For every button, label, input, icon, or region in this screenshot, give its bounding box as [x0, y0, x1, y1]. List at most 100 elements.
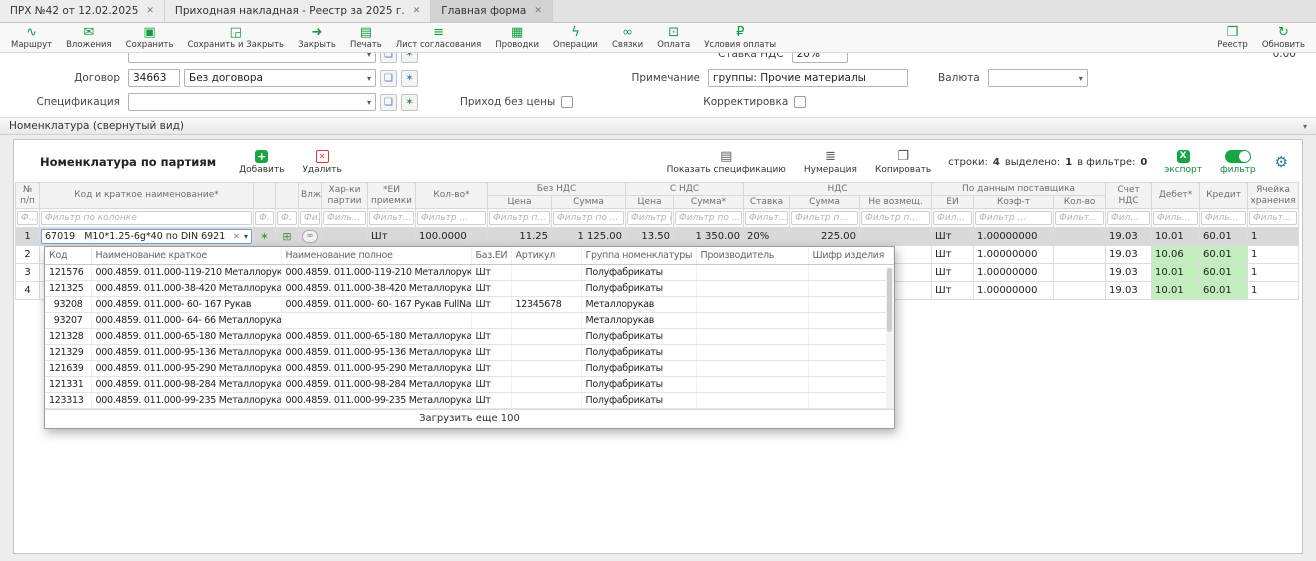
column-filter-input[interactable]: Фильт... [745, 211, 788, 225]
dropdown-row[interactable]: 121639 000.4859. 011.000-95-290 Металлор… [45, 361, 894, 377]
item-base-unit[interactable]: Шт [471, 281, 511, 297]
item-full-name[interactable] [281, 313, 471, 329]
item-full-name[interactable]: 000.4859. 011.000-65-180 Металлорукав ..… [281, 329, 471, 345]
dropdown-row[interactable]: 121331 000.4859. 011.000-98-284 Металлор… [45, 377, 894, 393]
open-specification-button[interactable]: ❏ [380, 94, 397, 111]
storage-cell[interactable]: 1 [1248, 282, 1299, 300]
supplier-qty-cell[interactable] [1054, 246, 1106, 264]
close-icon[interactable]: ✕ [146, 6, 154, 16]
item-base-unit[interactable]: Шт [471, 345, 511, 361]
item-group[interactable]: Полуфабрикаты [581, 345, 696, 361]
storage-cell[interactable]: 1 [1248, 228, 1299, 246]
item-cipher[interactable] [808, 329, 894, 345]
open-contract-button[interactable]: ❏ [380, 70, 397, 87]
item-code[interactable]: 121328 [45, 329, 91, 345]
item-manufacturer[interactable] [696, 393, 808, 409]
debit-cell[interactable]: 10.01 [1152, 264, 1200, 282]
item-full-name[interactable]: 000.4859. 011.000-95-136 Металлорукав [281, 345, 471, 361]
credit-cell[interactable]: 60.01 [1200, 246, 1248, 264]
supplier-qty-cell[interactable] [1054, 228, 1106, 246]
scrollbar-thumb[interactable] [887, 268, 892, 332]
column-filter-input[interactable]: Филь... [1201, 211, 1246, 225]
column-filter-input[interactable]: Фильтр п... [489, 211, 550, 225]
row-number[interactable]: 4 [16, 282, 40, 300]
delete-row-button[interactable]: ✕ Удалить [293, 150, 350, 175]
show-specification-button[interactable]: ▤ Показать спецификацию [658, 150, 795, 175]
coefficient-cell[interactable]: 1.00000000 [974, 264, 1054, 282]
item-code[interactable]: 121576 [45, 265, 91, 281]
item-code[interactable]: 93207 [45, 313, 91, 329]
contract-code-input[interactable] [128, 69, 180, 87]
item-group[interactable]: Полуфабрикаты [581, 265, 696, 281]
item-group[interactable]: Полуфабрикаты [581, 393, 696, 409]
item-full-name[interactable]: 000.4859. 011.000-119-210 Металлорукав [281, 265, 471, 281]
supplier-qty-cell[interactable] [1054, 264, 1106, 282]
item-code[interactable]: 121329 [45, 345, 91, 361]
unit-cell[interactable]: Шт [368, 228, 416, 246]
item-code[interactable]: 121325 [45, 281, 91, 297]
dropdown-row[interactable]: 121329 000.4859. 011.000-95-136 Металлор… [45, 345, 894, 361]
item-group[interactable]: Полуфабрикаты [581, 377, 696, 393]
column-filter-input[interactable]: Фильтр по ... [675, 211, 742, 225]
row-number[interactable]: 1 [16, 228, 40, 246]
column-filter-input[interactable]: Фильт... [369, 211, 414, 225]
price-net-cell[interactable]: 11.25 [488, 228, 552, 246]
row-number[interactable]: 3 [16, 264, 40, 282]
column-filter-input[interactable]: Филь... [1153, 211, 1198, 225]
item-base-unit[interactable] [471, 313, 511, 329]
item-article[interactable] [511, 377, 581, 393]
vat-sum-cell[interactable]: 225.00 [790, 228, 860, 246]
coefficient-cell[interactable]: 1.00000000 [974, 282, 1054, 300]
item-article[interactable] [511, 281, 581, 297]
item-cipher[interactable] [808, 361, 894, 377]
item-manufacturer[interactable] [696, 313, 808, 329]
item-manufacturer[interactable] [696, 377, 808, 393]
column-filter-input[interactable]: Фильтр ... [975, 211, 1052, 225]
column-filter-input[interactable]: Филь... [323, 211, 366, 225]
item-article[interactable]: 12345678 [511, 297, 581, 313]
attachments-button[interactable]: ✉ Вложения [59, 24, 119, 51]
supplier-qty-cell[interactable] [1054, 282, 1106, 300]
credit-cell[interactable]: 60.01 [1200, 228, 1248, 246]
column-filter-input[interactable]: Ф... [17, 211, 38, 225]
refresh-button[interactable]: ↻ Обновить [1255, 24, 1312, 51]
vat-account-cell[interactable]: 19.03 [1106, 264, 1152, 282]
item-article[interactable] [511, 345, 581, 361]
debit-cell[interactable]: 10.01 [1152, 228, 1200, 246]
nomenclature-combo[interactable]: 67019 М10*1.25-6g*40 по DIN 6921 ✕ ▾ [41, 229, 252, 244]
chevron-down-icon[interactable]: ▾ [367, 98, 371, 107]
item-short-name[interactable]: 000.4859. 011.000- 60- 167 Рукав [91, 297, 281, 313]
item-article[interactable] [511, 393, 581, 409]
item-base-unit[interactable]: Шт [471, 393, 511, 409]
dropdown-row[interactable]: 121576 000.4859. 011.000-119-210 Металло… [45, 265, 894, 281]
supplier-unit-cell[interactable]: Шт [932, 282, 974, 300]
non-refundable-cell[interactable] [860, 228, 932, 246]
item-code[interactable]: 121639 [45, 361, 91, 377]
tab-registry[interactable]: Приходная накладная - Реестр за 2025 г. … [165, 0, 431, 22]
currency-combo[interactable]: ▾ [988, 69, 1088, 87]
pick-cell[interactable]: ✶ [254, 228, 276, 246]
debit-cell[interactable]: 10.06 [1152, 246, 1200, 264]
no-price-checkbox[interactable] [561, 96, 573, 108]
column-filter-input[interactable]: Фильтр п... [791, 211, 858, 225]
add-row-button[interactable]: + Добавить [230, 150, 293, 175]
approval-sheet-button[interactable]: ≡ Лист согласования [389, 24, 489, 51]
item-cipher[interactable] [808, 377, 894, 393]
pick-contract-button[interactable]: ✶ [401, 70, 418, 87]
item-cipher[interactable] [808, 281, 894, 297]
item-base-unit[interactable]: Шт [471, 361, 511, 377]
operations-button[interactable]: ϟ Операции [546, 24, 605, 51]
item-full-name[interactable]: 000.4859. 011.000-95-290 Металлорукав [281, 361, 471, 377]
vat-account-cell[interactable]: 19.03 [1106, 228, 1152, 246]
item-short-name[interactable]: 000.4859. 011.000-119-210 Металлорукав [91, 265, 281, 281]
coefficient-cell[interactable]: 1.00000000 [974, 228, 1054, 246]
item-group[interactable]: Металлорукав [581, 313, 696, 329]
item-short-name[interactable]: 000.4859. 011.000-95-290 Металлорукав [91, 361, 281, 377]
item-cipher[interactable] [808, 393, 894, 409]
item-code[interactable]: 121331 [45, 377, 91, 393]
load-more-link[interactable]: Загрузить еще 100 [45, 409, 894, 428]
save-and-close-button[interactable]: ◲ Сохранить и Закрыть [180, 24, 291, 51]
item-manufacturer[interactable] [696, 361, 808, 377]
item-short-name[interactable]: 000.4859. 011.000-95-136 Металлорукав [91, 345, 281, 361]
copy-button[interactable]: ❐ Копировать [866, 150, 940, 175]
